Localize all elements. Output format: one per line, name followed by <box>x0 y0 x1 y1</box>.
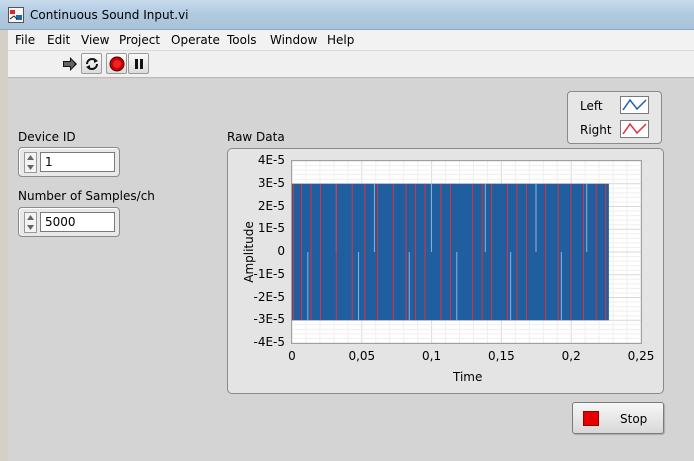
legend-left-label: Left <box>580 99 603 113</box>
stop-button[interactable]: Stop <box>572 402 664 434</box>
menu-help[interactable]: Help <box>327 33 354 47</box>
device-id-spinner[interactable] <box>24 152 37 173</box>
title-bar: Continuous Sound Input.vi <box>0 0 694 30</box>
graph-title: Raw Data <box>227 130 285 144</box>
run-button[interactable] <box>59 53 80 74</box>
menu-operate[interactable]: Operate <box>171 33 220 47</box>
y-tick-label: 2E-5 <box>257 198 285 213</box>
menu-tools[interactable]: Tools <box>227 33 257 47</box>
toolbar <box>8 51 694 78</box>
x-tick-label: 0,15 <box>488 349 515 363</box>
plot-legend[interactable]: Left Right <box>567 91 662 144</box>
samples-input[interactable]: 5000 <box>40 212 115 232</box>
menu-view[interactable]: View <box>81 33 109 47</box>
x-tick-label: 0,1 <box>422 349 442 363</box>
device-id-label: Device ID <box>18 130 76 144</box>
labview-vi-icon <box>8 7 24 23</box>
y-tick-label: 3E-5 <box>257 175 285 190</box>
y-tick-label: -4E-5 <box>253 335 285 349</box>
samples-control: 5000 <box>18 207 120 237</box>
plot-area[interactable] <box>291 160 642 344</box>
abort-execution-icon <box>109 56 125 72</box>
decrement-arrow-icon[interactable] <box>25 223 36 232</box>
samples-spinner[interactable] <box>24 212 37 233</box>
x-tick-label: 0,25 <box>627 349 655 363</box>
y-tick-label: 4E-5 <box>257 153 285 167</box>
window-title: Continuous Sound Input.vi <box>30 8 189 22</box>
x-axis-label: Time <box>453 370 483 384</box>
decrement-arrow-icon[interactable] <box>25 163 36 172</box>
increment-arrow-icon[interactable] <box>25 153 36 162</box>
abort-execution-button[interactable] <box>106 53 127 74</box>
y-tick-label: -1E-5 <box>253 266 285 281</box>
legend-right-label: Right <box>580 123 612 137</box>
menu-edit[interactable]: Edit <box>47 33 70 47</box>
menu-file[interactable]: File <box>15 33 35 47</box>
pause-button[interactable] <box>128 53 149 74</box>
y-tick-label: -2E-5 <box>253 289 285 304</box>
device-id-control: 1 <box>18 147 120 177</box>
y-tick-label: -3E-5 <box>253 312 285 327</box>
legend-right-swatch[interactable] <box>620 120 649 138</box>
line-sample-icon <box>622 98 647 111</box>
stop-button-label: Stop <box>620 412 648 426</box>
increment-arrow-icon[interactable] <box>25 213 36 222</box>
menu-bar: File Edit View Project Operate Tools Win… <box>8 30 694 51</box>
run-continuously-icon <box>86 58 98 70</box>
menu-window[interactable]: Window <box>270 33 317 47</box>
x-tick-label: 0 <box>288 349 296 363</box>
y-tick-label: 1E-5 <box>257 221 285 236</box>
line-sample-icon <box>622 122 647 135</box>
samples-label: Number of Samples/ch <box>18 189 155 203</box>
legend-left-swatch[interactable] <box>620 96 649 114</box>
stop-led-indicator <box>583 411 599 426</box>
x-tick-label: 0,05 <box>348 349 376 363</box>
x-tick-label: 0,2 <box>561 349 581 363</box>
menu-project[interactable]: Project <box>119 33 160 47</box>
pause-icon <box>135 59 143 69</box>
run-arrow-icon <box>63 57 77 71</box>
run-continuously-button[interactable] <box>81 53 102 74</box>
y-tick-label: 0 <box>277 244 285 258</box>
device-id-input[interactable]: 1 <box>40 152 115 172</box>
